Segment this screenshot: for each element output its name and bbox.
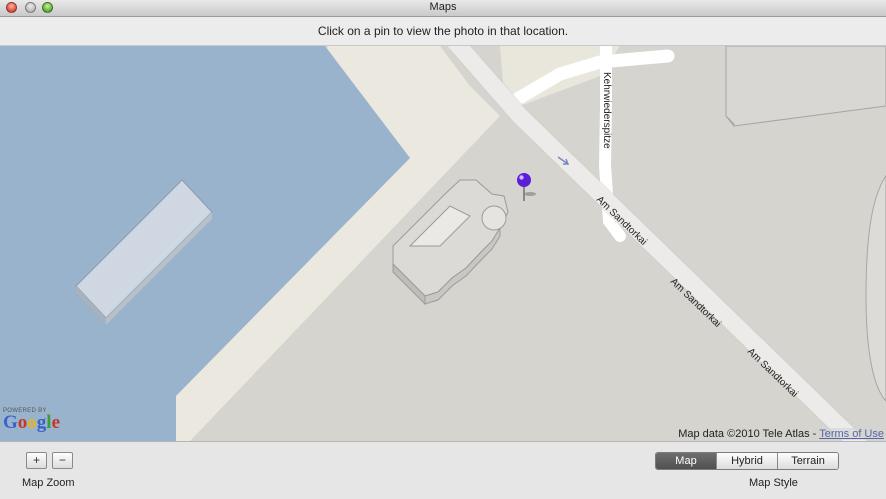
zoom-in-button[interactable]: + — [26, 452, 47, 469]
map-attribution: Map data ©2010 Tele Atlas - Terms of Use — [678, 428, 884, 440]
map-style-label: Map Style — [749, 477, 798, 489]
instruction-bar: Click on a pin to view the photo in that… — [0, 17, 886, 46]
title-bar: Maps — [0, 0, 886, 17]
map-style-terrain-button[interactable]: Terrain — [777, 453, 838, 469]
map-view[interactable]: Kehrwiederspitze Am Sandtorkai Am Sandto… — [0, 46, 886, 441]
map-style-control[interactable]: Map Hybrid Terrain — [655, 452, 839, 470]
window-title: Maps — [429, 1, 457, 13]
map-zoom-label: Map Zoom — [22, 477, 75, 489]
map-style-map-button[interactable]: Map — [656, 453, 716, 469]
google-logo: POWERED BY Google — [3, 408, 60, 432]
map-canvas: Kehrwiederspitze Am Sandtorkai Am Sandto… — [0, 46, 886, 441]
map-style-hybrid-button[interactable]: Hybrid — [716, 453, 777, 469]
bottom-toolbar: + − Map Zoom Map Hybrid Terrain Map Styl… — [0, 441, 886, 499]
google-wordmark: Google — [3, 412, 60, 433]
street-label: Kehrwiederspitze — [601, 72, 612, 149]
zoom-out-button[interactable]: − — [52, 452, 73, 469]
terms-of-use-link[interactable]: Terms of Use — [819, 428, 884, 440]
instruction-text: Click on a pin to view the photo in that… — [317, 24, 569, 38]
attribution-text: Map data ©2010 Tele Atlas - — [678, 428, 820, 440]
